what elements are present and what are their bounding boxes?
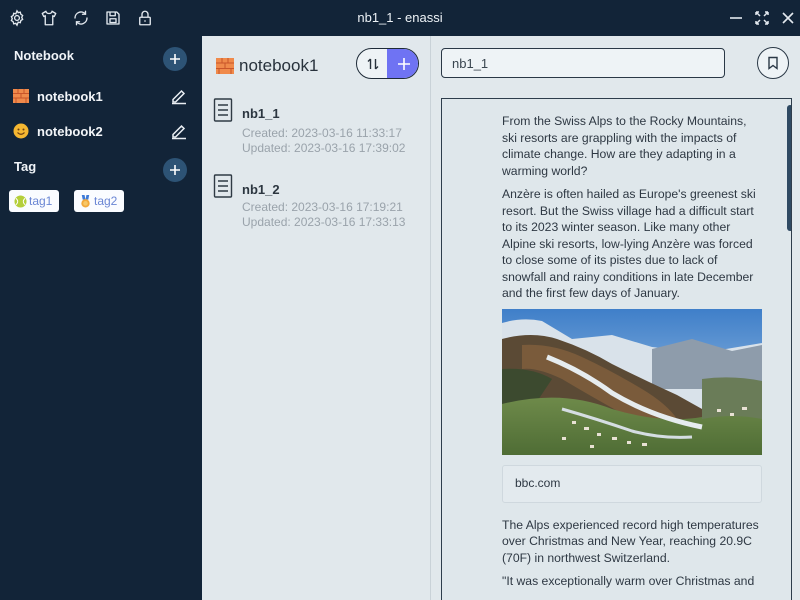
sidebar-item-notebook1[interactable]: notebook1: [0, 81, 201, 111]
note-list-panel: notebook1 nb1_1 Created: 2023-03-16 11:3…: [201, 36, 430, 600]
sidebar: Notebook notebook1 notebook2 Tag tag1 ta…: [0, 36, 201, 600]
sort-add-control: [356, 48, 419, 79]
paragraph: The Alps experienced record high tempera…: [502, 517, 759, 565]
tag-chip-tag2[interactable]: tag2: [74, 190, 125, 212]
tag-label: tag1: [29, 194, 53, 208]
list-item[interactable]: nb1_1 Created: 2023-03-16 11:33:17 Updat…: [202, 98, 430, 162]
mountain-village-image: [502, 308, 762, 455]
notebook-header: Notebook: [14, 48, 74, 63]
tennis-ball-icon: [14, 194, 27, 208]
notebook-label: notebook2: [37, 124, 103, 139]
tag-header: Tag: [14, 159, 37, 174]
document-icon: [213, 174, 233, 198]
note-body[interactable]: From the Swiss Alps to the Rocky Mountai…: [502, 113, 762, 597]
note-created: Created: 2023-03-16 17:19:21: [242, 200, 403, 214]
note-name: nb1_1: [242, 106, 280, 121]
document-icon: [213, 98, 233, 122]
add-notebook-button[interactable]: [163, 47, 187, 71]
note-updated: Updated: 2023-03-16 17:39:02: [242, 141, 406, 155]
notebook-title: notebook1: [239, 56, 319, 75]
smile-icon: [13, 123, 29, 139]
tag-label: tag2: [94, 194, 118, 208]
edit-icon[interactable]: [170, 87, 188, 105]
note-name: nb1_2: [242, 182, 280, 197]
note-content-area[interactable]: From the Swiss Alps to the Rocky Mountai…: [441, 98, 792, 600]
scrollbar[interactable]: [787, 105, 791, 231]
editor-panel: From the Swiss Alps to the Rocky Mountai…: [430, 36, 800, 600]
list-item[interactable]: nb1_2 Created: 2023-03-16 17:19:21 Updat…: [202, 174, 430, 238]
sort-icon: [367, 58, 378, 69]
edit-icon[interactable]: [170, 122, 188, 140]
note-updated: Updated: 2023-03-16 17:33:13: [242, 215, 406, 229]
link-card[interactable]: bbc.com: [502, 464, 762, 503]
sync-icon[interactable]: [71, 8, 91, 28]
plus-icon: [397, 57, 410, 70]
gear-icon[interactable]: [7, 8, 27, 28]
paragraph: Anzère is often hailed as Europe's green…: [502, 187, 756, 300]
add-tag-button[interactable]: [163, 158, 187, 182]
medal-icon: [81, 194, 90, 208]
shirt-icon[interactable]: [39, 8, 59, 28]
minimize-icon[interactable]: [726, 8, 746, 28]
note-title-input[interactable]: [441, 48, 725, 78]
title-bar: nb1_1 - enassi: [0, 0, 800, 36]
add-note-button[interactable]: [387, 49, 418, 78]
tag-chip-tag1[interactable]: tag1: [9, 190, 60, 212]
fullscreen-icon[interactable]: [752, 8, 772, 28]
notebook-label: notebook1: [37, 89, 103, 104]
paragraph: "It was exceptionally warm over Christma…: [502, 574, 755, 588]
bookmark-button[interactable]: [757, 47, 789, 79]
paragraph: From the Swiss Alps to the Rocky Mountai…: [502, 114, 747, 178]
brick-icon: [216, 58, 234, 74]
close-icon[interactable]: [778, 8, 798, 28]
note-created: Created: 2023-03-16 11:33:17: [242, 126, 402, 140]
sidebar-item-notebook2[interactable]: notebook2: [0, 116, 201, 146]
sort-button[interactable]: [357, 49, 388, 78]
save-icon[interactable]: [103, 8, 123, 28]
lock-icon[interactable]: [135, 8, 155, 28]
link-card-label: bbc.com: [515, 476, 561, 491]
brick-icon: [13, 89, 29, 103]
bookmark-icon: [768, 56, 778, 70]
